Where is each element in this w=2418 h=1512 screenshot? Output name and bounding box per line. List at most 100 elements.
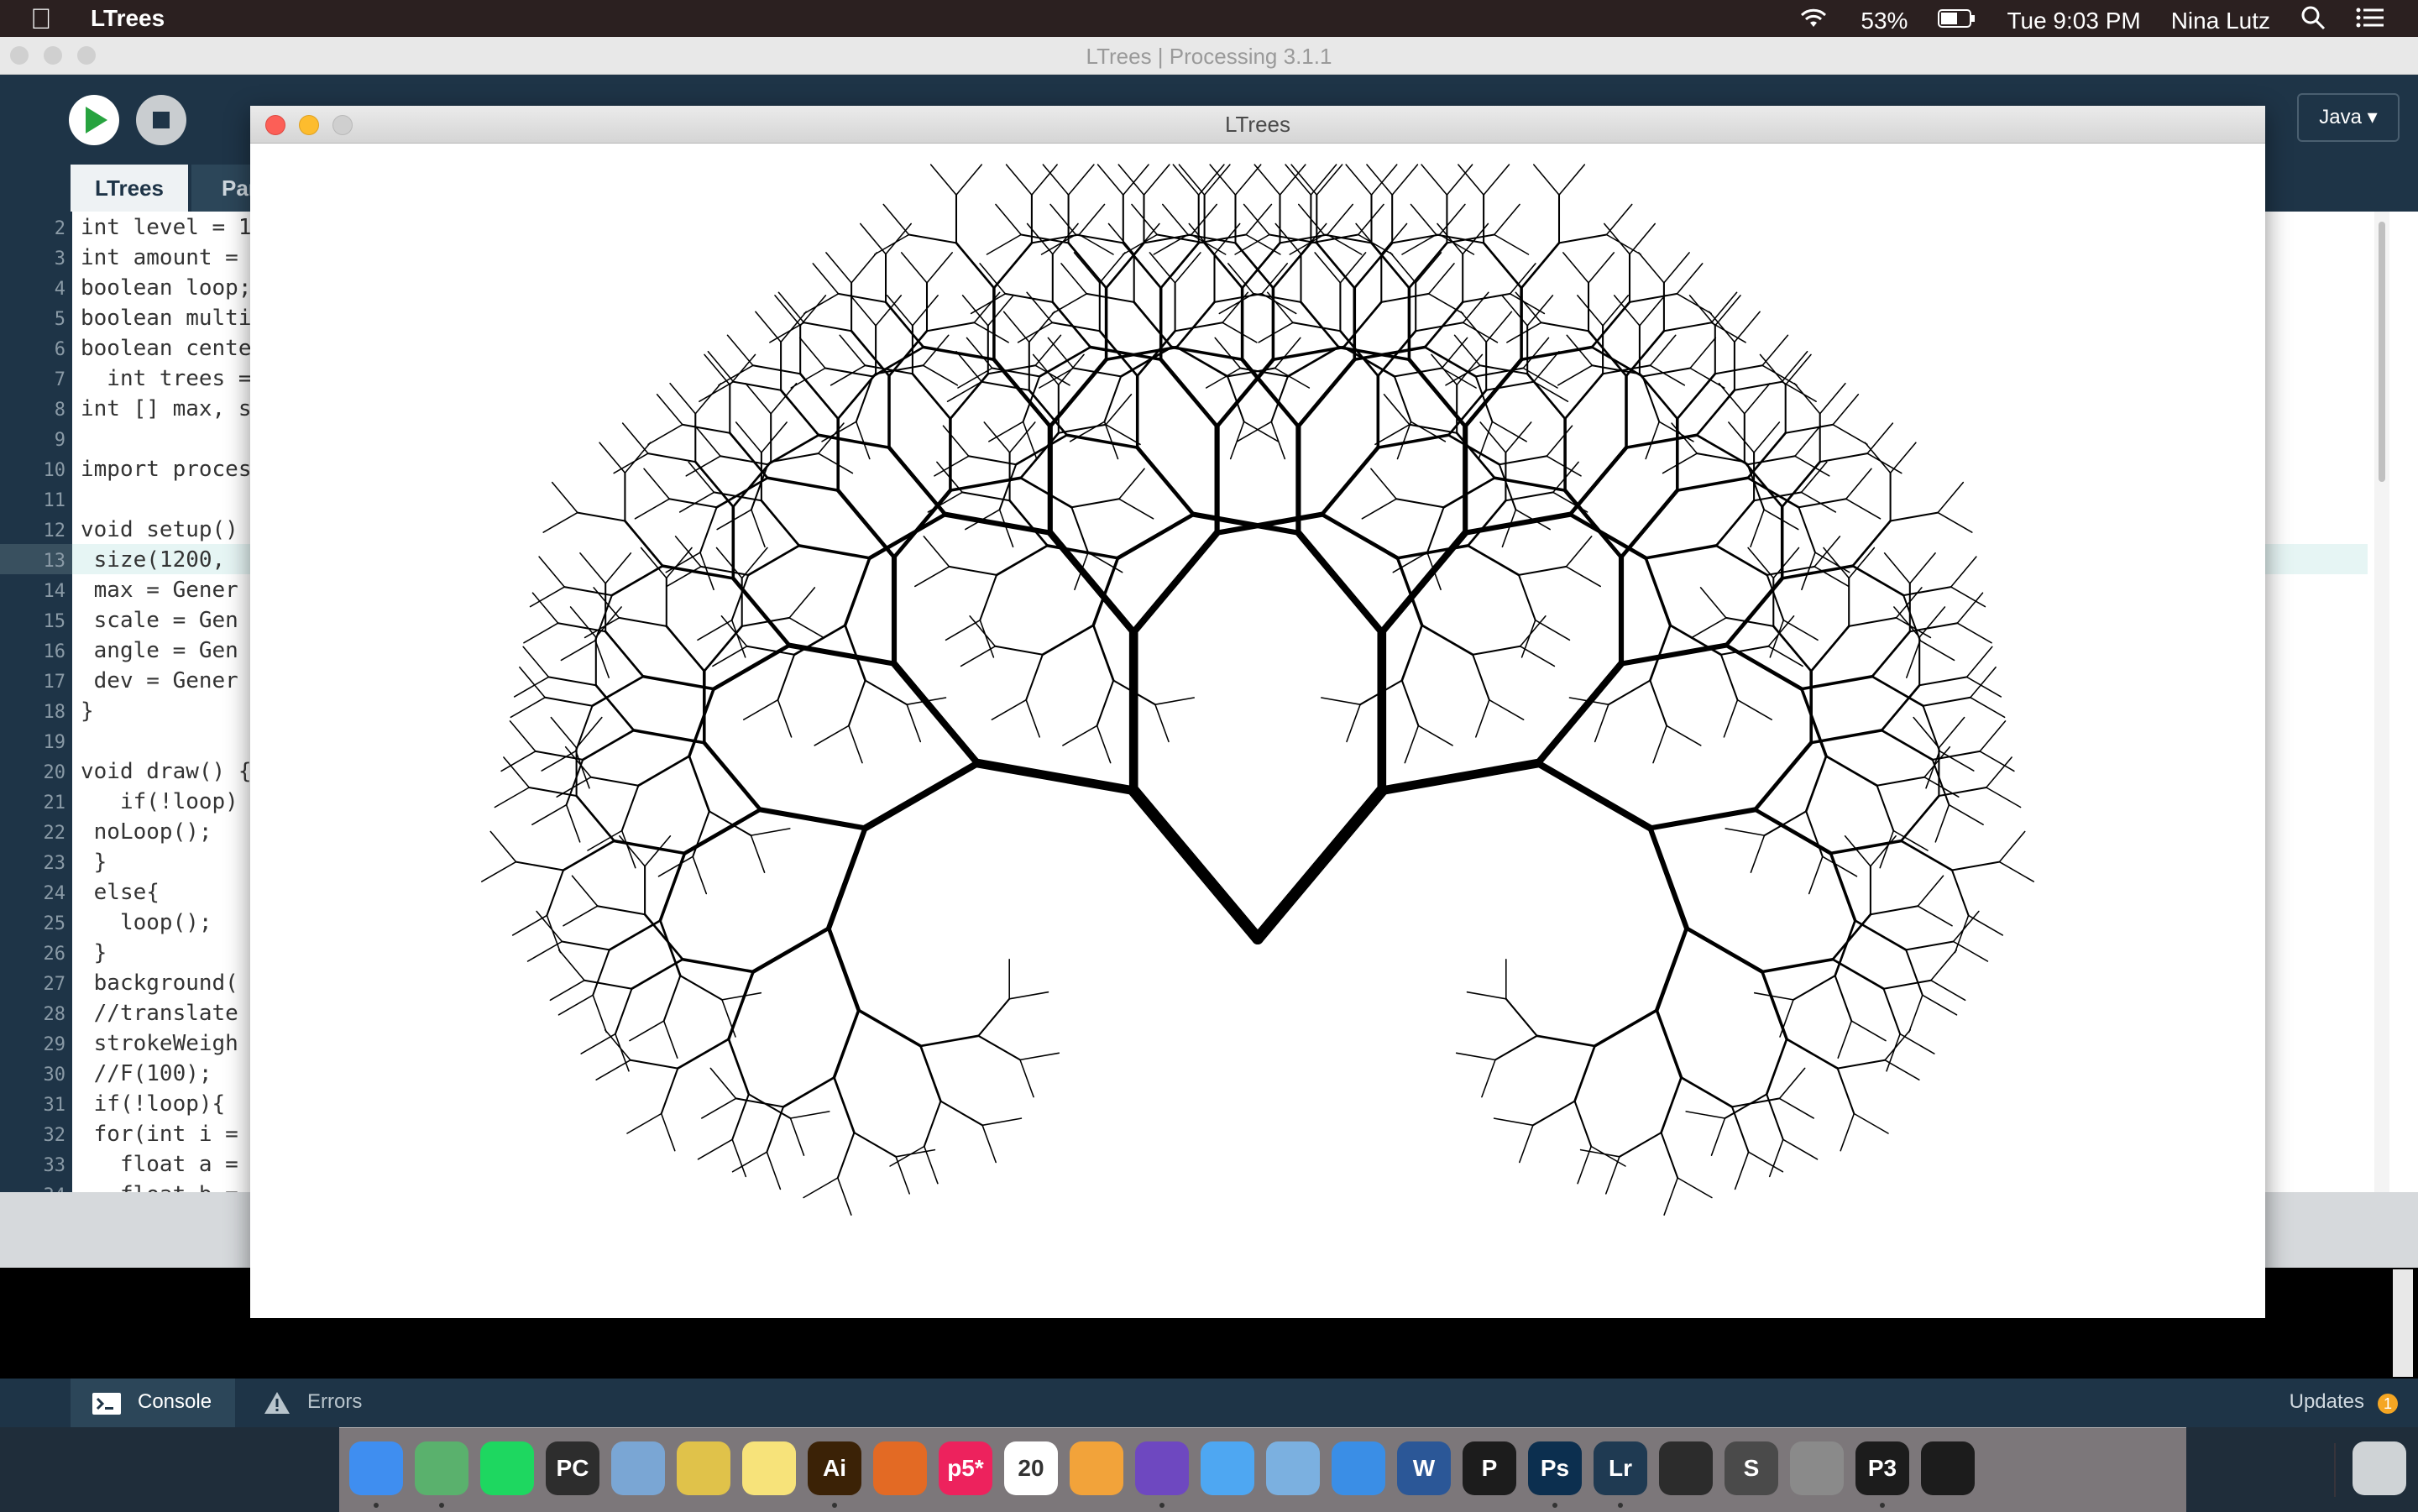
editor-scrollbar[interactable]	[2374, 212, 2389, 1192]
line-number: 7	[54, 369, 65, 390]
tab-errors[interactable]: Errors	[257, 1390, 366, 1415]
tree-branch	[1845, 468, 1872, 500]
system-preferences-icon[interactable]	[1790, 1441, 1844, 1495]
spotify-icon[interactable]	[480, 1441, 534, 1495]
tree-branch	[1245, 203, 1273, 236]
tree-branch	[574, 704, 594, 752]
tree-branch	[721, 991, 762, 1001]
tree-branch	[955, 164, 982, 196]
tree-branch	[1765, 1038, 1788, 1096]
tree-branch	[1234, 242, 1274, 290]
battery-icon[interactable]	[1938, 8, 1976, 34]
tree-branch	[1689, 337, 1717, 369]
tree-branch	[1950, 556, 1977, 588]
tree-branch	[1950, 861, 2001, 871]
matlab-icon[interactable]	[873, 1441, 927, 1495]
notification-center-icon[interactable]	[2356, 7, 2384, 34]
tree-branch	[595, 606, 622, 638]
photoshop-icon[interactable]: Ps	[1528, 1441, 1582, 1495]
tree-branch	[1475, 698, 1490, 738]
tree-branch	[1663, 1177, 1678, 1216]
tree-branch	[561, 940, 610, 951]
processing-icon[interactable]: P	[1463, 1441, 1516, 1495]
tree-branch	[592, 994, 608, 1033]
tree-branch	[1103, 375, 1123, 423]
tree-branch	[489, 830, 517, 863]
tree-branch	[1871, 630, 1912, 678]
atom-icon[interactable]	[415, 1441, 468, 1495]
photos-icon[interactable]	[1070, 1441, 1123, 1495]
user-name[interactable]: Nina Lutz	[2171, 8, 2270, 34]
mode-selector[interactable]: Java ▾	[2297, 93, 2400, 142]
battery-percent[interactable]: 53%	[1861, 8, 1908, 34]
run-button[interactable]	[69, 95, 119, 145]
tree-branch	[994, 645, 1044, 656]
tree-branch	[1676, 476, 1750, 492]
word-icon[interactable]: W	[1397, 1441, 1451, 1495]
tab-console[interactable]: Console	[71, 1379, 235, 1427]
tree-branch	[531, 803, 568, 825]
calendar-icon[interactable]: 20	[1004, 1441, 1058, 1495]
mail-icon[interactable]	[1266, 1441, 1320, 1495]
tree-branch	[1447, 433, 1501, 466]
tree-branch	[929, 164, 957, 196]
tree-branch	[798, 544, 871, 560]
console-scrollbar[interactable]	[2393, 1269, 2413, 1377]
stop-button[interactable]	[136, 95, 186, 145]
tree-branch	[1882, 987, 1902, 1035]
p5-icon[interactable]: p5*	[939, 1441, 992, 1495]
menu-clock[interactable]: Tue 9:03 PM	[2007, 8, 2140, 34]
tree-branch	[1485, 380, 1535, 391]
tree-branch	[1746, 476, 1800, 509]
tree-branch	[629, 1059, 679, 1070]
preview-icon[interactable]	[611, 1441, 665, 1495]
wifi-icon[interactable]	[1797, 5, 1830, 36]
tree-branch	[1594, 704, 1609, 743]
lightroom-icon[interactable]: Lr	[1594, 1441, 1647, 1495]
tree-branch	[1831, 913, 1872, 961]
activity-monitor-icon[interactable]	[1659, 1441, 1713, 1495]
tree-branch	[1446, 233, 1495, 244]
spotlight-search-icon[interactable]	[2300, 5, 2326, 36]
safari-icon[interactable]	[1332, 1441, 1385, 1495]
python-icon[interactable]	[677, 1441, 730, 1495]
line-number: 28	[43, 1004, 66, 1025]
tree-branch	[1779, 999, 1794, 1038]
tree-branch	[1377, 758, 1542, 796]
tree-branch	[1498, 463, 1517, 511]
app-menu-name[interactable]: LTrees	[91, 5, 165, 32]
tree-branch	[912, 295, 939, 327]
tree-branch	[1719, 653, 1739, 701]
code-line: int amount =	[81, 245, 252, 270]
tree-branch	[1655, 1008, 1683, 1080]
updates-link[interactable]: Updates	[2290, 1390, 2364, 1414]
tree-branch	[509, 720, 536, 752]
tab-ltrees[interactable]: LTrees	[71, 165, 188, 212]
github-icon[interactable]	[1135, 1441, 1189, 1495]
tree-branch	[1851, 564, 1905, 597]
trash-icon[interactable]	[2353, 1441, 2406, 1495]
quicktime-icon[interactable]	[1921, 1441, 1975, 1495]
tree-branch	[766, 1151, 782, 1190]
tree-branch	[977, 997, 1011, 1037]
processing3-icon[interactable]: P3	[1855, 1441, 1909, 1495]
finder-icon[interactable]	[349, 1441, 403, 1495]
tree-branch	[1979, 720, 2007, 752]
illustrator-icon[interactable]: Ai	[808, 1441, 861, 1495]
tree-branch	[1909, 552, 1936, 584]
tree-branch	[1785, 1038, 1840, 1070]
tree-branch	[1428, 263, 1455, 295]
notes-icon[interactable]	[742, 1441, 796, 1495]
tree-branch	[861, 760, 981, 832]
tree-branch	[1032, 353, 1060, 386]
messages-icon[interactable]	[1201, 1441, 1254, 1495]
apple-menu-icon[interactable]: 	[30, 3, 52, 36]
tree-branch	[844, 624, 866, 682]
pycharm-icon[interactable]: PC	[546, 1441, 599, 1495]
tree-branch	[1879, 829, 1895, 869]
editor-scroll-thumb[interactable]	[2379, 222, 2385, 482]
tree-branch	[1876, 776, 1926, 787]
tree-branch	[1017, 322, 1054, 343]
tree-branch	[1691, 617, 1727, 639]
sublime-icon[interactable]: S	[1725, 1441, 1778, 1495]
